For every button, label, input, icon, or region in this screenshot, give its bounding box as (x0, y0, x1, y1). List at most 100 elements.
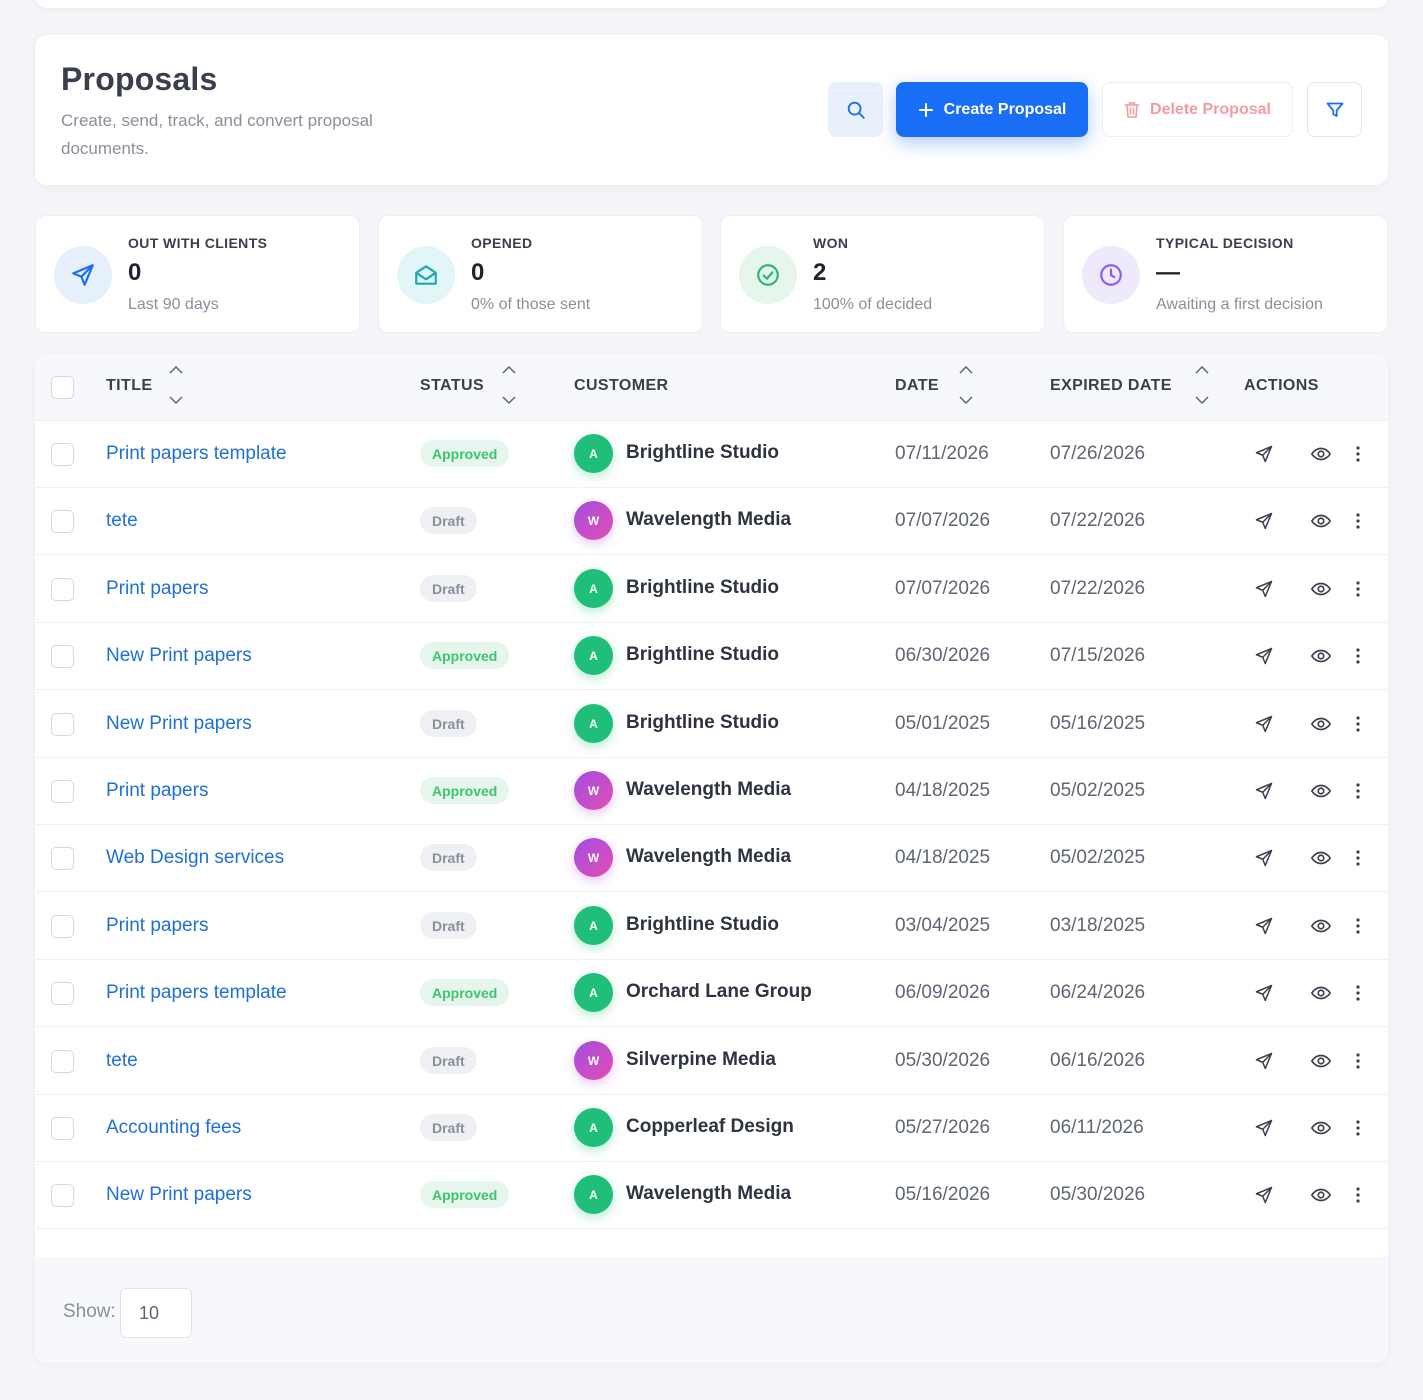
eye-icon[interactable] (1310, 1184, 1332, 1206)
row-checkbox[interactable] (51, 915, 74, 938)
more-vertical-icon[interactable] (1347, 1117, 1369, 1139)
send-icon[interactable] (1253, 645, 1275, 667)
send-icon[interactable] (1253, 1184, 1275, 1206)
row-checkbox[interactable] (51, 1117, 74, 1140)
sort-expired-date-toggle[interactable] (1195, 366, 1209, 404)
row-checkbox[interactable] (51, 443, 74, 466)
date-cell: 03/04/2025 (895, 915, 991, 936)
expired-date-cell: 06/24/2026 (1050, 982, 1146, 1003)
eye-icon[interactable] (1310, 982, 1332, 1004)
proposal-title-link[interactable]: Print papers template (106, 982, 287, 1004)
column-header-actions: ACTIONS (1244, 377, 1319, 394)
customer-name: Orchard Lane Group (626, 981, 812, 1002)
eye-icon[interactable] (1310, 780, 1332, 802)
more-vertical-icon[interactable] (1347, 645, 1369, 667)
eye-icon[interactable] (1310, 915, 1332, 937)
date-cell: 07/07/2026 (895, 578, 991, 599)
delete-proposal-label: Delete Proposal (1150, 100, 1271, 118)
column-header-date[interactable]: DATE (895, 377, 939, 395)
row-checkbox[interactable] (51, 645, 74, 668)
customer-avatar: A (574, 636, 613, 675)
proposal-title-link[interactable]: New Print papers (106, 713, 252, 735)
eye-icon[interactable] (1310, 645, 1332, 667)
create-proposal-button[interactable]: Create Proposal (896, 82, 1088, 137)
eye-icon[interactable] (1310, 713, 1332, 735)
send-icon[interactable] (1253, 915, 1275, 937)
more-vertical-icon[interactable] (1347, 713, 1369, 735)
column-header-status[interactable]: STATUS (420, 377, 484, 395)
column-header-customer: CUSTOMER (574, 377, 669, 394)
envelope-open-icon (397, 246, 455, 304)
more-vertical-icon[interactable] (1347, 510, 1369, 532)
stat-value: 0 (128, 259, 142, 286)
customer-avatar: W (574, 501, 613, 540)
eye-icon[interactable] (1310, 510, 1332, 532)
sort-date-toggle[interactable] (959, 366, 973, 404)
more-vertical-icon[interactable] (1347, 847, 1369, 869)
more-vertical-icon[interactable] (1347, 1184, 1369, 1206)
expired-date-cell: 05/16/2025 (1050, 713, 1146, 734)
more-vertical-icon[interactable] (1347, 578, 1369, 600)
row-checkbox[interactable] (51, 847, 74, 870)
eye-icon[interactable] (1310, 847, 1332, 869)
stat-value: — (1156, 259, 1180, 286)
proposal-title-link[interactable]: New Print papers (106, 1184, 252, 1206)
delete-proposal-button[interactable]: Delete Proposal (1102, 82, 1293, 137)
table-row: Print papers Approved W Wavelength Media 04/… (35, 758, 1388, 825)
more-vertical-icon[interactable] (1347, 1050, 1369, 1072)
send-icon[interactable] (1253, 982, 1275, 1004)
row-checkbox[interactable] (51, 713, 74, 736)
expired-date-cell: 07/22/2026 (1050, 510, 1146, 531)
more-vertical-icon[interactable] (1347, 915, 1369, 937)
send-icon[interactable] (1253, 510, 1275, 532)
stat-value: 2 (813, 259, 827, 286)
sort-status-toggle[interactable] (502, 366, 516, 404)
send-icon[interactable] (1253, 1050, 1275, 1072)
more-vertical-icon[interactable] (1347, 780, 1369, 802)
customer-name: Brightline Studio (626, 644, 780, 665)
proposal-title-link[interactable]: tete (106, 510, 138, 532)
eye-icon[interactable] (1310, 1050, 1332, 1072)
proposal-title-link[interactable]: Print papers (106, 915, 208, 937)
row-checkbox[interactable] (51, 1050, 74, 1073)
eye-icon[interactable] (1310, 578, 1332, 600)
proposal-title-link[interactable]: Print papers (106, 578, 208, 600)
select-all-checkbox[interactable] (51, 376, 74, 399)
row-checkbox[interactable] (51, 780, 74, 803)
stat-sub: 0% of those sent (471, 296, 591, 313)
proposal-title-link[interactable]: Print papers (106, 780, 208, 802)
eye-icon[interactable] (1310, 1117, 1332, 1139)
page-size-input[interactable] (120, 1288, 192, 1338)
proposal-title-link[interactable]: Accounting fees (106, 1117, 241, 1139)
send-icon[interactable] (1253, 443, 1275, 465)
row-checkbox[interactable] (51, 578, 74, 601)
eye-icon[interactable] (1310, 443, 1332, 465)
row-checkbox[interactable] (51, 510, 74, 533)
sort-title-toggle[interactable] (169, 366, 183, 404)
column-header-title[interactable]: TITLE (106, 377, 152, 395)
row-checkbox[interactable] (51, 1184, 74, 1207)
send-icon[interactable] (1253, 1117, 1275, 1139)
status-badge: Draft (420, 844, 477, 871)
stat-sub: 100% of decided (813, 296, 933, 313)
more-vertical-icon[interactable] (1347, 982, 1369, 1004)
more-vertical-icon[interactable] (1347, 443, 1369, 465)
table-footer: Show: (35, 1257, 1388, 1363)
row-checkbox[interactable] (51, 982, 74, 1005)
proposal-title-link[interactable]: tete (106, 1050, 138, 1072)
proposal-title-link[interactable]: Print papers template (106, 443, 287, 465)
send-icon[interactable] (1253, 780, 1275, 802)
customer-name: Silverpine Media (626, 1049, 776, 1070)
status-badge: Approved (420, 642, 510, 669)
search-button[interactable] (828, 82, 883, 137)
show-label: Show: (63, 1301, 116, 1322)
send-icon[interactable] (1253, 578, 1275, 600)
stat-value: 0 (471, 259, 485, 286)
page-subtitle: Create, send, track, and convert proposa… (61, 111, 373, 158)
proposal-title-link[interactable]: New Print papers (106, 645, 252, 667)
filter-button[interactable] (1307, 82, 1362, 137)
send-icon[interactable] (1253, 713, 1275, 735)
send-icon[interactable] (1253, 847, 1275, 869)
column-header-expired-date[interactable]: EXPIRED DATE (1050, 377, 1172, 395)
proposal-title-link[interactable]: Web Design services (106, 847, 284, 869)
